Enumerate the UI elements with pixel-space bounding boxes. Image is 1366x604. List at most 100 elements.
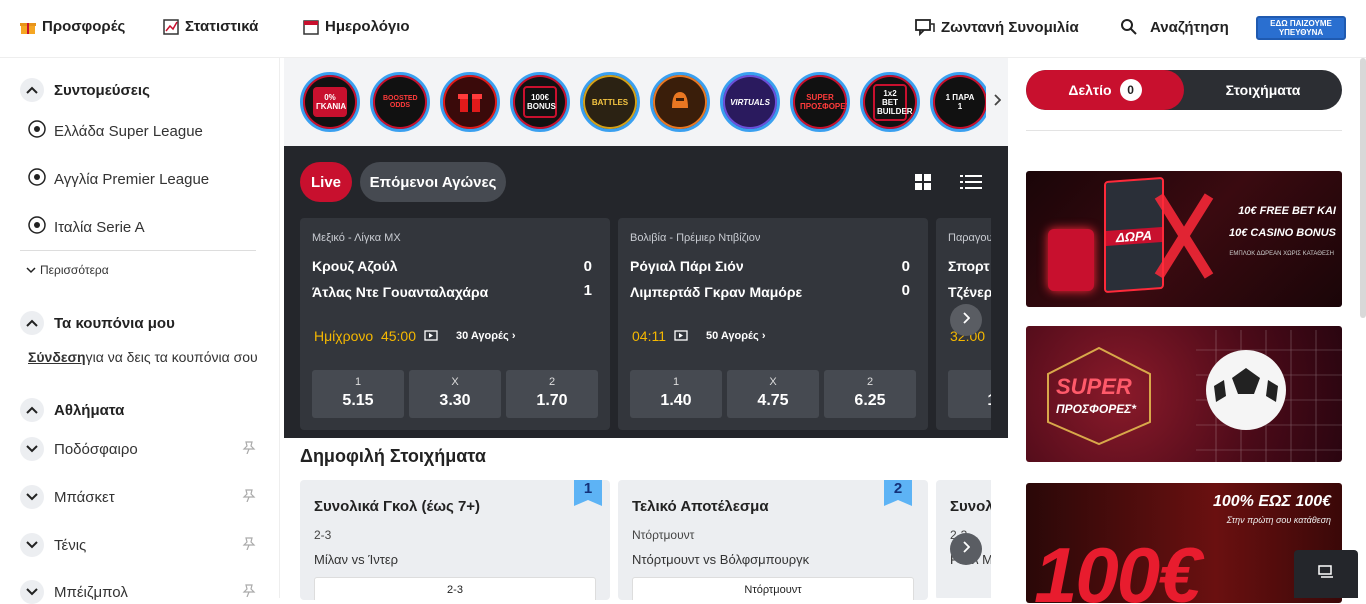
responsible-gaming-logo[interactable]: ΕΔΩ ΠΑΙΖΟΥΜΕ ΥΠΕΥΘΥΝΑ — [1256, 16, 1346, 40]
shortcut-item[interactable]: Ιταλία Serie A — [28, 216, 145, 238]
stats-label: Στατιστικά — [185, 18, 259, 35]
live-next-button[interactable] — [950, 304, 982, 336]
search-link[interactable]: Αναζήτηση — [1120, 18, 1229, 36]
rank-badge: 1 — [574, 480, 602, 506]
pin-icon[interactable] — [242, 440, 256, 458]
promo-label: BOOSTED ODDS — [383, 95, 418, 109]
odds-button[interactable]: 1 1.40 — [630, 370, 722, 418]
odds-label: 1 — [672, 376, 680, 388]
odds-button[interactable]: X 4.75 — [727, 370, 819, 418]
popular-bet-card[interactable]: 2 Τελικό Αποτέλεσμα Ντόρτμουντ Ντόρτμουν… — [618, 480, 928, 600]
promo-banner-super-offers[interactable]: SUPER ΠΡΟΣΦΟΡΕΣ* — [1026, 326, 1342, 462]
selection: 2-3 — [314, 528, 332, 542]
x-shape-icon — [1154, 193, 1214, 279]
sport-item-baseball[interactable]: Μπέιζμπολ — [20, 580, 256, 604]
popular-next-button[interactable] — [950, 533, 982, 565]
right-column: Δελτίο 0 Στοιχήματα ΔΩΡΑ 10€ FREE BET ΚΑ… — [1008, 58, 1366, 603]
promo-circle[interactable] — [440, 72, 500, 132]
pin-icon[interactable] — [242, 536, 256, 554]
banner-big-number: 100€ — [1034, 531, 1202, 603]
more-link[interactable]: Περισσότερα — [26, 263, 109, 277]
promo-circle[interactable]: 1x2 BET BUILDER — [860, 72, 920, 132]
shortcut-label: Ιταλία Serie A — [54, 218, 145, 236]
popular-bet-card[interactable]: 1 Συνολικά Γκολ (έως 7+) 2-3 Μίλαν vs Ίν… — [300, 480, 610, 600]
tv-icon — [674, 328, 688, 344]
chat-button[interactable] — [1294, 550, 1358, 598]
away-score: 0 — [901, 282, 910, 299]
odds-value: 1.70 — [536, 392, 568, 409]
pin-icon[interactable] — [242, 583, 256, 601]
login-link[interactable]: Σύνδεση — [28, 349, 86, 365]
chevron-up-icon — [20, 311, 44, 335]
offers-label: Προσφορές — [42, 18, 126, 35]
bet-button[interactable]: 2-3 — [314, 577, 596, 600]
chevron-right-icon — [962, 311, 971, 329]
odds-value: 1.40 — [660, 392, 692, 409]
football-net-image — [1196, 330, 1342, 462]
calendar-link[interactable]: Ημερολόγιο — [303, 18, 410, 35]
live-match-card[interactable]: Μεξικό - Λίγκα MX Κρουζ Αζούλ 0 Άτλας Ντ… — [300, 218, 610, 430]
page-scrollbar[interactable] — [1360, 58, 1366, 318]
shortcuts-header[interactable]: Συντομεύσεις — [20, 78, 150, 102]
odds-button[interactable]: 11. — [948, 370, 991, 418]
markets-link[interactable]: 30 Αγορές › — [456, 330, 515, 342]
pin-icon[interactable] — [242, 488, 256, 506]
bet-button[interactable]: Ντόρτμουντ — [632, 577, 914, 600]
promo-banner-free-bet[interactable]: ΔΩΡΑ 10€ FREE BET ΚΑΙ 10€ CASINO BONUS Ε… — [1026, 171, 1342, 307]
grid-view-icon[interactable] — [914, 173, 932, 196]
odds-value: 1. — [948, 392, 991, 410]
odds-button[interactable]: 2 6.25 — [824, 370, 916, 418]
offers-link[interactable]: Προσφορές — [20, 18, 125, 35]
away-score: 1 — [583, 282, 592, 299]
live-section: Live Επόμενοι Αγώνες Μεξικό - Λίγκα MX Κ… — [284, 146, 1008, 438]
chat-icon — [915, 18, 935, 36]
shortcut-item[interactable]: Αγγλία Premier League — [28, 168, 209, 190]
odds-button[interactable]: X 3.30 — [409, 370, 501, 418]
promo-circle[interactable] — [650, 72, 710, 132]
match-status: Ημίχρονο 45:00 30 Αγορές › — [314, 328, 515, 344]
odds-button[interactable]: 1 5.15 — [312, 370, 404, 418]
chat-icon — [1318, 564, 1334, 584]
promo-circle[interactable]: 1 ΠΑΡΑ 1 — [930, 72, 990, 132]
promo-circle[interactable]: 0% ΓΚΑΝΙΑ — [300, 72, 360, 132]
sport-item-basketball[interactable]: Μπάσκετ — [20, 485, 256, 509]
tv-icon — [424, 328, 438, 344]
helmet-icon — [667, 88, 693, 116]
league-name: Βολιβία - Πρέμιερ Ντιβίζιον — [630, 232, 761, 244]
promo-label: 0% ΓΚΑΝΙΑ — [313, 87, 347, 117]
odds-button[interactable]: 2 1.70 — [506, 370, 598, 418]
promo-circle[interactable]: BOOSTED ODDS — [370, 72, 430, 132]
sport-item-tennis[interactable]: Τένις — [20, 533, 256, 557]
sport-label: Τένις — [54, 536, 87, 554]
shortcut-label: Ελλάδα Super League — [54, 122, 203, 140]
promo-circle[interactable]: SUPER ΠΡΟΣΦΟΡΕΣ — [790, 72, 850, 132]
shortcut-item[interactable]: Ελλάδα Super League — [28, 120, 203, 142]
promo-circle[interactable]: 100€ BONUS — [510, 72, 570, 132]
markets-link[interactable]: 50 Αγορές › — [706, 330, 765, 342]
login-hint: για να δεις τα κουπόνια σου — [85, 349, 258, 365]
promo-carousel: 0% ΓΚΑΝΙΑ BOOSTED ODDS 100€ BONUS BATTLE… — [284, 58, 1008, 146]
live-chat-link[interactable]: Ζωντανή Συνομιλία — [915, 18, 1079, 36]
promo-circle[interactable]: BATTLES — [580, 72, 640, 132]
list-view-icon[interactable] — [960, 174, 982, 195]
coupons-header[interactable]: Τα κουπόνια μου — [20, 311, 175, 335]
tab-live[interactable]: Live — [300, 162, 352, 202]
promo-next-button[interactable] — [986, 58, 1008, 146]
tab-betslip[interactable]: Δελτίο 0 — [1026, 70, 1184, 110]
tab-next-matches[interactable]: Επόμενοι Αγώνες — [360, 162, 506, 202]
banner-small-text: ΕΜΠΛΟΚ ΔΩΡΕΑΝ ΧΩΡΙΣ ΚΑΤΑΘΕΣΗ — [1229, 251, 1334, 257]
live-match-card[interactable]: Βολιβία - Πρέμιερ Ντιβίζιον Ρόγιαλ Πάρι … — [618, 218, 928, 430]
sports-header[interactable]: Αθλήματα — [20, 398, 124, 422]
tab-my-bets[interactable]: Στοιχήματα — [1184, 70, 1342, 110]
rank-badge: 2 — [884, 480, 912, 506]
stats-link[interactable]: Στατιστικά — [163, 18, 258, 35]
away-team: Λιμπερτάδ Γκραν Μαμόρε — [630, 284, 803, 300]
banner-deposit-subtitle: Στην πρώτη σου κατάθεση — [1226, 515, 1331, 525]
odds-label: 2 — [548, 376, 556, 388]
sport-item-football[interactable]: Ποδόσφαιρο — [20, 437, 256, 461]
market-title: Συνολ — [950, 498, 991, 515]
banner-line-1: 10€ FREE BET ΚΑΙ — [1238, 205, 1336, 217]
promo-circle[interactable]: VIRTUALS — [720, 72, 780, 132]
away-team: Τζένερ — [948, 284, 991, 300]
home-team: Σπορτ — [948, 258, 990, 274]
